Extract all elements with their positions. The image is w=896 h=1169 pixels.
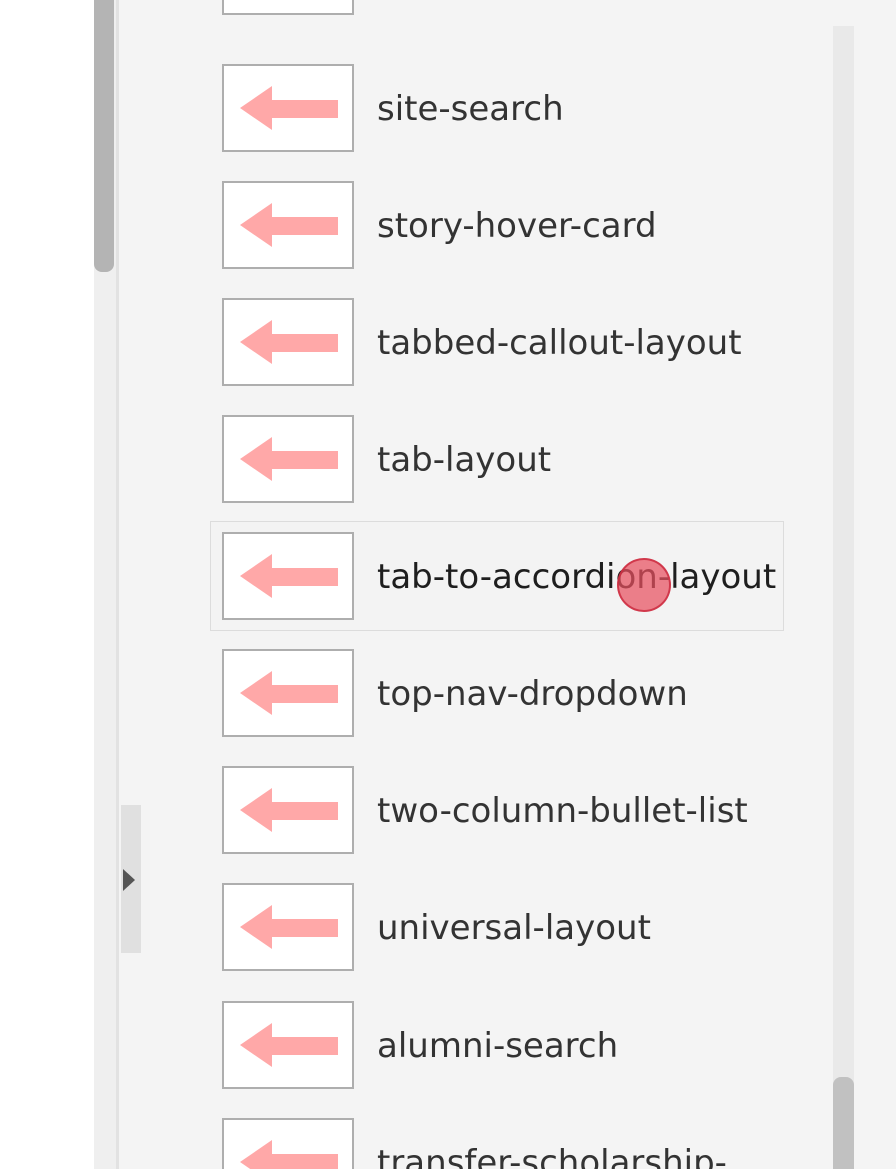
left-arrow-icon <box>222 64 354 152</box>
left-arrow-icon <box>222 532 354 620</box>
click-indicator <box>617 558 671 612</box>
list-item[interactable]: story-hover-card <box>210 170 784 280</box>
list-scrollbar-track[interactable] <box>833 26 854 1169</box>
list-item-label: tab-to-accordion-layout <box>377 557 777 597</box>
list-item[interactable]: tab-to-accordion-layout <box>210 521 784 631</box>
left-arrow-icon <box>222 181 354 269</box>
list-item[interactable]: tabbed-callout-layout <box>210 287 784 397</box>
left-arrow-icon <box>222 649 354 737</box>
left-arrow-icon <box>222 1118 354 1169</box>
list-item-label: top-nav-dropdown <box>377 674 688 714</box>
left-arrow-icon <box>222 0 354 15</box>
list-item-label: alumni-search <box>377 1026 619 1066</box>
list-item[interactable]: universal-layout <box>210 872 784 982</box>
list-item-label: universal-layout <box>377 908 651 948</box>
list-item-label: tabbed-callout-layout <box>377 323 742 363</box>
list-item[interactable] <box>210 0 784 26</box>
list-item[interactable]: two-column-bullet-list <box>210 755 784 865</box>
collapse-panel-button[interactable] <box>121 805 141 953</box>
list-item-label: story-hover-card <box>377 206 657 246</box>
list-item-label: two-column-bullet-list <box>377 791 748 831</box>
left-arrow-icon <box>222 298 354 386</box>
list-item[interactable]: tab-layout <box>210 404 784 514</box>
left-arrow-icon <box>222 1001 354 1089</box>
list-scrollbar-thumb[interactable] <box>833 1077 854 1169</box>
left-arrow-icon <box>222 883 354 971</box>
chevron-right-icon <box>123 869 135 891</box>
left-blank-area <box>0 0 94 1169</box>
list-item[interactable]: transfer-scholarship- <box>210 1107 784 1169</box>
list-item[interactable]: site-search <box>210 53 784 163</box>
outer-scrollbar-thumb[interactable] <box>94 0 114 272</box>
screen: site-search story-hover-card tabbed-callou… <box>0 0 896 1169</box>
left-arrow-icon <box>222 766 354 854</box>
list-item[interactable]: alumni-search <box>210 990 784 1100</box>
left-arrow-icon <box>222 415 354 503</box>
list-item-label: site-search <box>377 89 564 129</box>
list-item[interactable]: top-nav-dropdown <box>210 638 784 748</box>
list-item-label: transfer-scholarship- <box>377 1143 727 1169</box>
list-item-label: tab-layout <box>377 440 552 480</box>
